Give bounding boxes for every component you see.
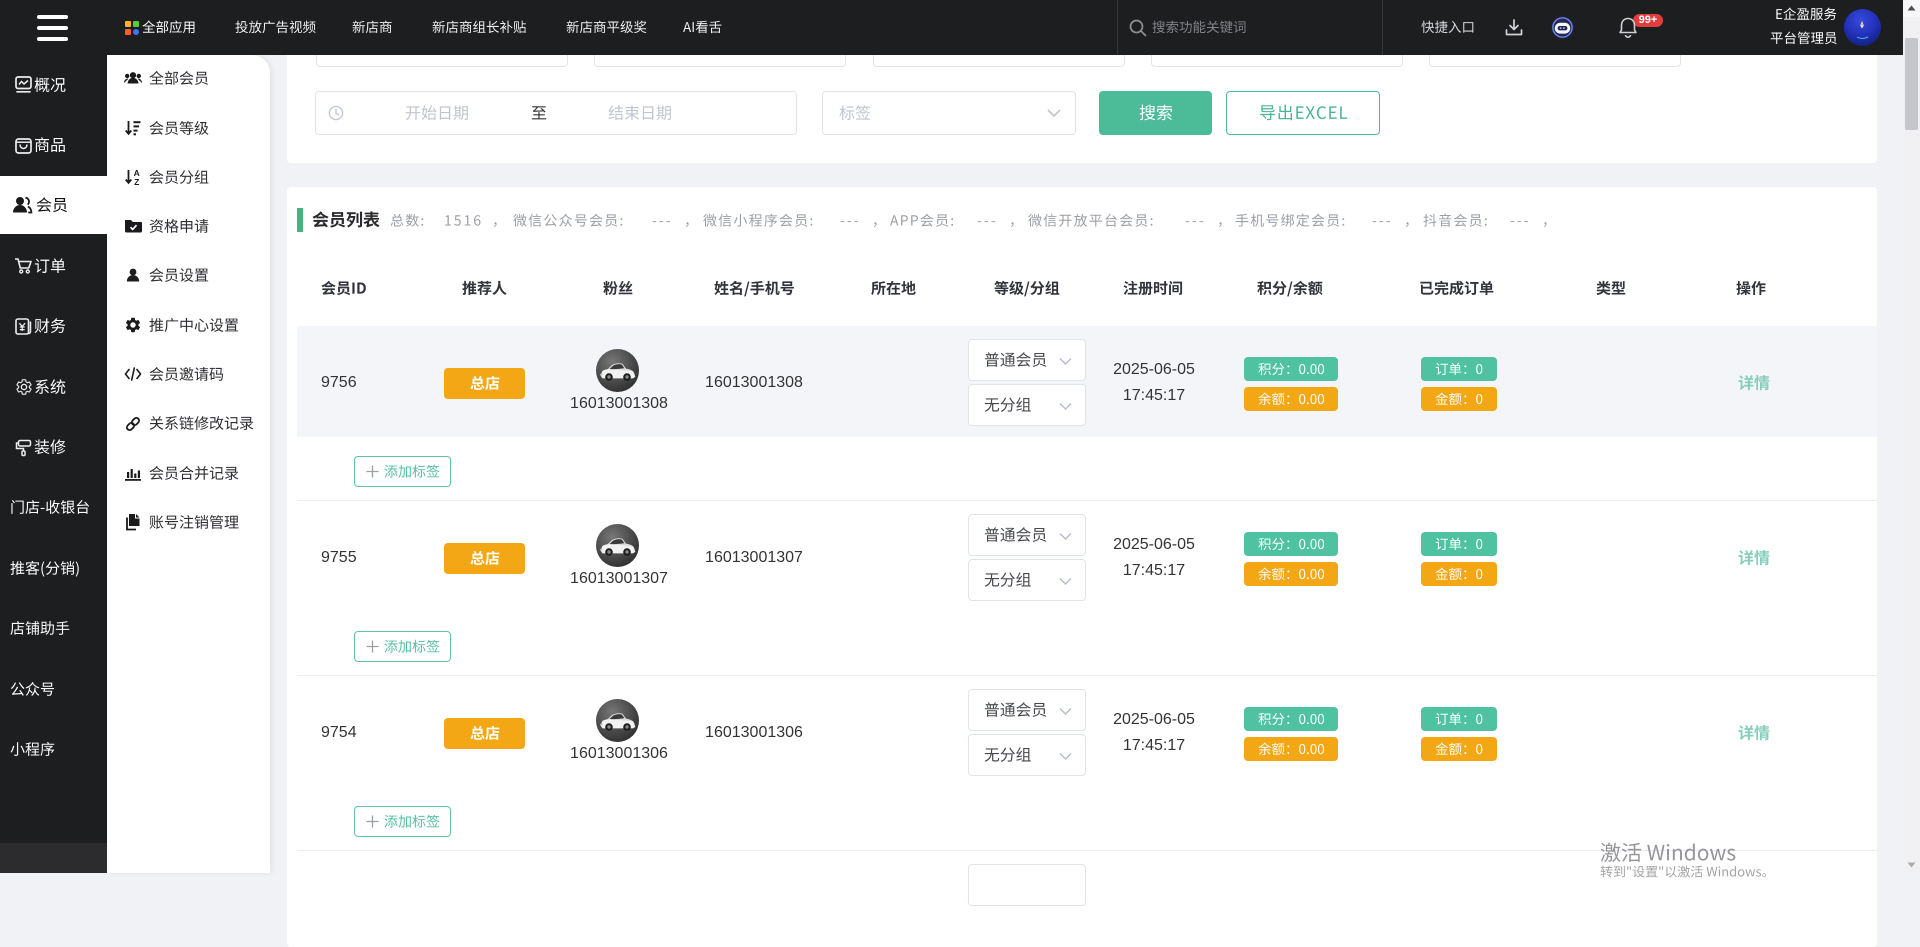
svg-text:Z: Z (134, 177, 139, 187)
